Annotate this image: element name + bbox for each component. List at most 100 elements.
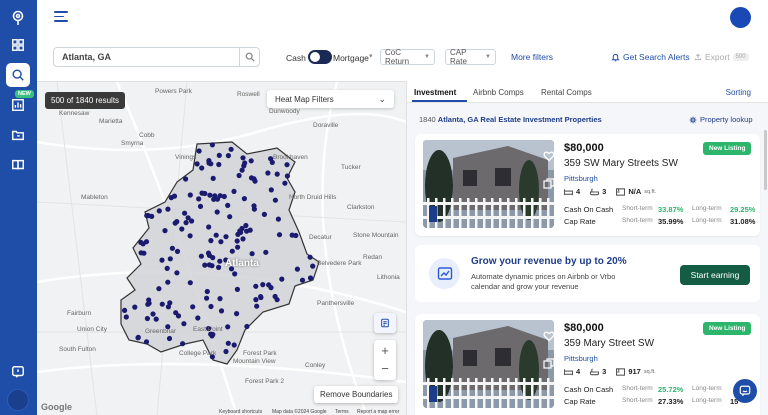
pin-logo-icon[interactable]: [6, 6, 30, 30]
property-marker[interactable]: [206, 160, 212, 166]
results-scrollbar[interactable]: [764, 130, 767, 190]
property-marker[interactable]: [173, 310, 179, 316]
map-layers-button[interactable]: [374, 313, 396, 333]
property-marker[interactable]: [174, 270, 180, 276]
property-marker[interactable]: [244, 228, 250, 234]
property-marker[interactable]: [268, 187, 274, 193]
property-marker[interactable]: [216, 161, 222, 168]
property-marker[interactable]: [211, 196, 217, 202]
property-marker[interactable]: [204, 288, 210, 295]
property-marker[interactable]: [231, 188, 237, 194]
cap-rate-dropdown[interactable]: CAP Rate ▼: [445, 48, 496, 66]
start-earning-button[interactable]: Start earning: [680, 265, 750, 285]
tab-investment[interactable]: Investment: [414, 88, 456, 97]
property-marker[interactable]: [194, 161, 200, 167]
property-marker[interactable]: [236, 172, 242, 179]
property-marker[interactable]: [159, 257, 165, 263]
more-filters-button[interactable]: More filters: [511, 52, 553, 62]
property-marker[interactable]: [254, 303, 260, 309]
search-button[interactable]: [239, 48, 259, 66]
terms-link[interactable]: Terms: [335, 409, 349, 415]
property-marker[interactable]: [228, 146, 234, 152]
property-marker[interactable]: [168, 195, 174, 201]
property-marker[interactable]: [183, 176, 189, 182]
search-input[interactable]: [54, 52, 234, 62]
property-marker[interactable]: [174, 248, 181, 254]
property-marker[interactable]: [272, 293, 278, 300]
property-marker[interactable]: [138, 250, 144, 256]
property-marker[interactable]: [216, 152, 222, 158]
property-marker[interactable]: [284, 173, 290, 179]
property-marker[interactable]: [276, 232, 283, 238]
compare-icon[interactable]: [543, 358, 554, 370]
property-marker[interactable]: [146, 297, 152, 303]
property-marker[interactable]: [190, 304, 196, 310]
property-marker[interactable]: [240, 236, 246, 242]
property-marker[interactable]: [162, 228, 168, 234]
property-marker[interactable]: [272, 197, 278, 203]
property-marker[interactable]: [265, 170, 271, 176]
property-marker[interactable]: [206, 224, 212, 230]
property-marker[interactable]: [122, 307, 128, 313]
property-marker[interactable]: [216, 264, 222, 270]
property-marker[interactable]: [145, 213, 151, 219]
property-marker[interactable]: [225, 340, 231, 346]
heatmap-filters-dropdown[interactable]: Heat Map Filters ⌄: [267, 90, 394, 108]
property-marker[interactable]: [195, 315, 201, 321]
property-marker[interactable]: [214, 209, 220, 215]
property-marker[interactable]: [164, 265, 170, 271]
property-marker[interactable]: [196, 148, 202, 154]
property-marker[interactable]: [223, 348, 229, 355]
property-marker[interactable]: [187, 233, 193, 239]
property-marker[interactable]: [231, 342, 237, 348]
property-marker[interactable]: [156, 286, 162, 292]
property-marker[interactable]: [244, 323, 250, 330]
property-marker[interactable]: [225, 153, 231, 159]
property-marker[interactable]: [282, 180, 288, 186]
property-marker[interactable]: [207, 192, 213, 198]
property-marker[interactable]: [279, 276, 285, 282]
property-marker[interactable]: [217, 296, 223, 302]
sidebar-avatar[interactable]: [7, 389, 29, 411]
property-marker[interactable]: [275, 216, 281, 222]
property-marker[interactable]: [196, 196, 202, 202]
property-marker[interactable]: [210, 255, 216, 261]
search-alerts-button[interactable]: Get Search Alerts: [611, 52, 690, 62]
report-map-error-link[interactable]: Report a map error: [357, 409, 399, 415]
property-marker[interactable]: [266, 282, 272, 288]
property-marker[interactable]: [253, 283, 259, 289]
property-marker[interactable]: [239, 167, 245, 173]
property-marker[interactable]: [166, 335, 173, 342]
property-marker[interactable]: [144, 315, 150, 322]
property-marker[interactable]: [209, 142, 215, 148]
property-marker[interactable]: [234, 238, 240, 244]
property-marker[interactable]: [261, 211, 267, 217]
sidebar-item-analytics[interactable]: [6, 93, 30, 117]
property-marker[interactable]: [218, 308, 225, 314]
sidebar-item-portfolio[interactable]: [6, 123, 30, 147]
sorting-button[interactable]: Sorting: [726, 88, 751, 97]
property-marker[interactable]: [182, 210, 188, 216]
listing-photo[interactable]: [423, 140, 554, 228]
user-avatar[interactable]: [730, 7, 751, 28]
property-marker[interactable]: [165, 206, 171, 212]
property-marker[interactable]: [235, 244, 241, 250]
map[interactable]: 500 of 1840 results Heat Map Filters ⌄ P…: [37, 81, 406, 415]
favorite-heart-icon[interactable]: [543, 150, 554, 162]
property-marker[interactable]: [223, 234, 229, 240]
property-marker[interactable]: [208, 303, 214, 310]
property-marker[interactable]: [299, 277, 306, 283]
property-marker[interactable]: [210, 175, 216, 181]
property-marker[interactable]: [135, 335, 141, 341]
property-marker[interactable]: [240, 155, 246, 161]
property-marker[interactable]: [169, 245, 175, 251]
property-marker[interactable]: [153, 316, 159, 322]
listing-card[interactable]: $80,000 359 SW Mary Streets SW Pittsburg…: [415, 134, 760, 236]
property-marker[interactable]: [165, 279, 171, 285]
cash-mortgage-toggle[interactable]: [308, 50, 332, 64]
property-marker[interactable]: [156, 208, 162, 214]
property-marker[interactable]: [289, 232, 295, 238]
tab-airbnb-comps[interactable]: Airbnb Comps: [473, 88, 524, 97]
sidebar-item-search[interactable]: [6, 63, 30, 87]
property-marker[interactable]: [234, 311, 240, 317]
